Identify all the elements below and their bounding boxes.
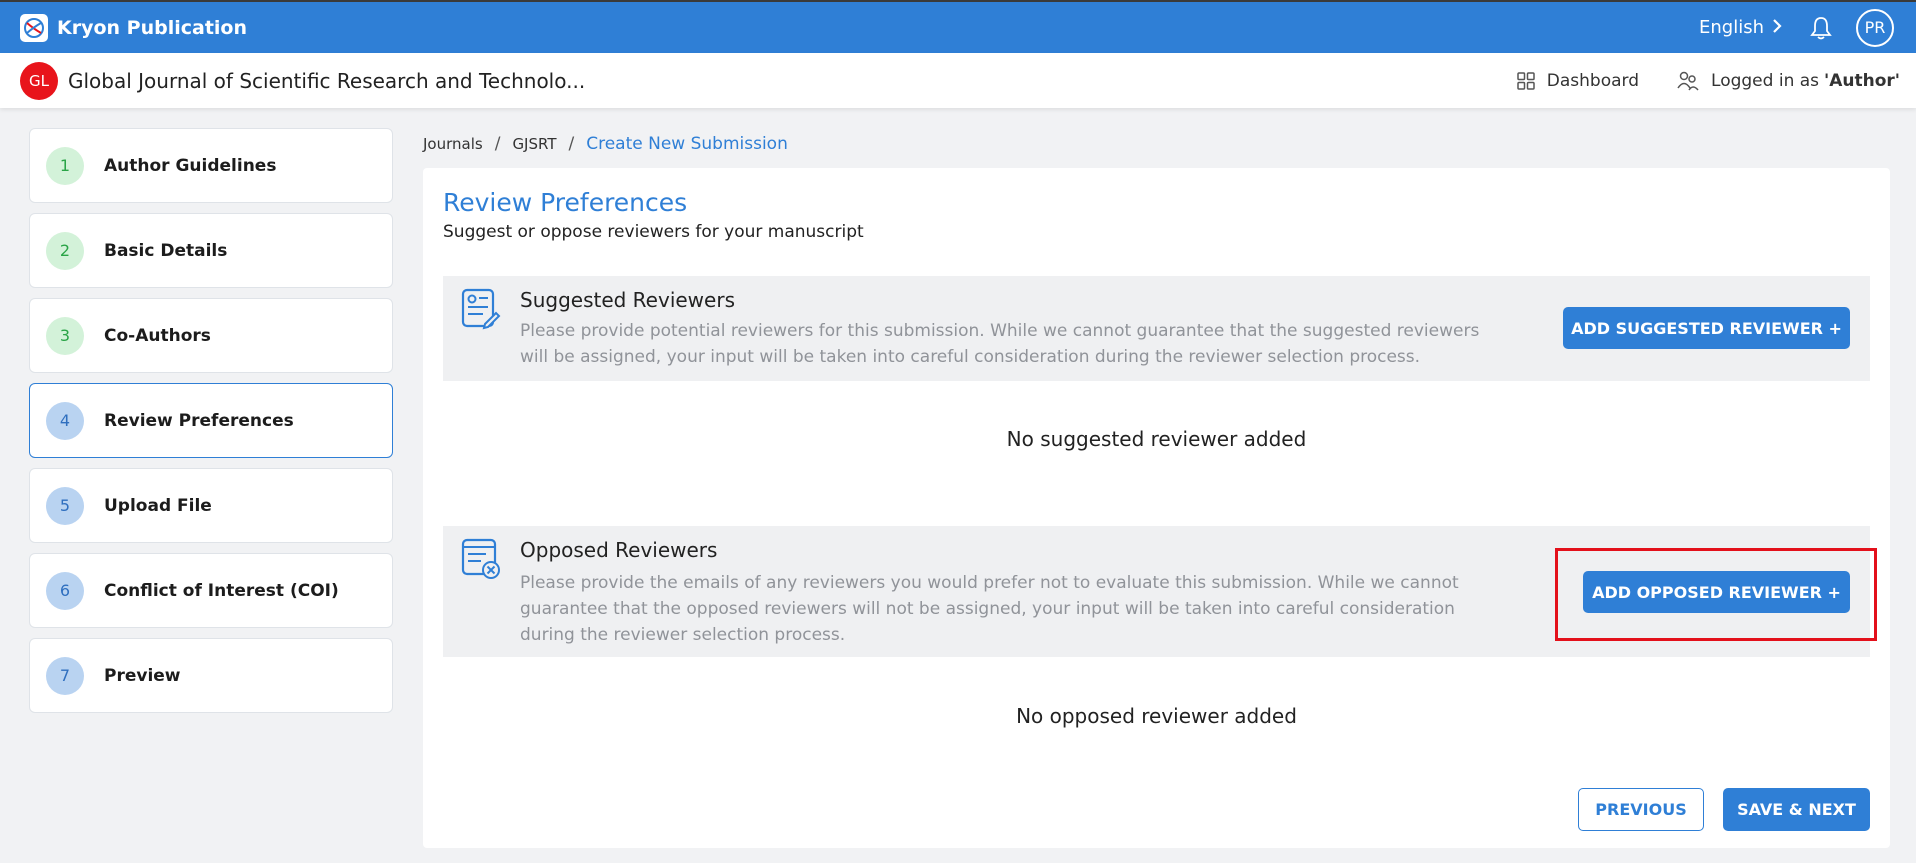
journal-badge: GL bbox=[20, 61, 58, 100]
step-label: Author Guidelines bbox=[104, 155, 277, 176]
logged-in-prefix: Logged in as bbox=[1711, 70, 1820, 91]
step-conflict-of-interest[interactable]: 6 Conflict of Interest (COI) bbox=[29, 553, 393, 628]
users-icon bbox=[1677, 71, 1699, 91]
step-number: 2 bbox=[46, 231, 84, 270]
step-number: 5 bbox=[46, 486, 84, 525]
step-number: 7 bbox=[46, 656, 84, 695]
step-label: Upload File bbox=[104, 495, 212, 516]
bell-icon[interactable] bbox=[1808, 15, 1834, 41]
step-label: Conflict of Interest (COI) bbox=[104, 580, 339, 601]
avatar[interactable]: PR bbox=[1856, 8, 1894, 47]
step-basic-details[interactable]: 2 Basic Details bbox=[29, 213, 393, 288]
step-number: 4 bbox=[46, 401, 84, 440]
breadcrumb-separator: / bbox=[568, 134, 575, 154]
logged-in-status: Logged in as 'Author' bbox=[1677, 70, 1900, 92]
breadcrumb-separator: / bbox=[494, 134, 501, 154]
language-selector[interactable]: English bbox=[1699, 17, 1782, 38]
step-upload-file[interactable]: 5 Upload File bbox=[29, 468, 393, 543]
step-label: Basic Details bbox=[104, 240, 228, 261]
review-preferences-panel: Review Preferences Suggest or oppose rev… bbox=[423, 168, 1890, 848]
highlight-box bbox=[1555, 548, 1877, 641]
chevron-right-icon bbox=[1772, 18, 1782, 37]
opposed-empty-message: No opposed reviewer added bbox=[1016, 704, 1297, 728]
submission-steps: 1 Author Guidelines 2 Basic Details 3 Co… bbox=[29, 128, 393, 723]
step-label: Co-Authors bbox=[104, 325, 211, 346]
breadcrumb: Journals / GJSRT / Create New Submission bbox=[423, 134, 788, 154]
reviewer-edit-icon bbox=[461, 288, 501, 334]
opposed-reviewers-title: Opposed Reviewers bbox=[520, 538, 718, 562]
journal-header: GL Global Journal of Scientific Research… bbox=[0, 53, 1916, 108]
step-label: Preview bbox=[104, 665, 181, 686]
step-review-preferences[interactable]: 4 Review Preferences bbox=[29, 383, 393, 458]
step-number: 3 bbox=[46, 316, 84, 355]
suggested-reviewers-description: Please provide potential reviewers for t… bbox=[520, 321, 1480, 367]
opposed-reviewers-description: Please provide the emails of any reviewe… bbox=[520, 573, 1459, 645]
reviewer-remove-icon bbox=[461, 538, 501, 584]
step-label: Review Preferences bbox=[104, 410, 294, 431]
suggested-empty-message: No suggested reviewer added bbox=[1006, 427, 1307, 451]
step-number: 6 bbox=[46, 571, 84, 610]
logged-in-role: 'Author' bbox=[1824, 70, 1900, 91]
breadcrumb-journals[interactable]: Journals bbox=[423, 135, 483, 153]
suggested-reviewers-section: Suggested Reviewers Please provide poten… bbox=[443, 276, 1870, 381]
dashboard-grid-icon bbox=[1517, 71, 1535, 90]
step-preview[interactable]: 7 Preview bbox=[29, 638, 393, 713]
app-name: Kryon Publication bbox=[57, 16, 248, 39]
page-subtitle: Suggest or oppose reviewers for your man… bbox=[443, 222, 864, 242]
brand[interactable]: Kryon Publication bbox=[20, 13, 248, 42]
top-navbar: Kryon Publication English PR bbox=[0, 0, 1916, 53]
previous-button[interactable]: PREVIOUS bbox=[1578, 788, 1704, 831]
step-number: 1 bbox=[46, 146, 84, 185]
step-author-guidelines[interactable]: 1 Author Guidelines bbox=[29, 128, 393, 203]
breadcrumb-journal[interactable]: GJSRT bbox=[512, 135, 556, 153]
save-and-next-button[interactable]: SAVE & NEXT bbox=[1723, 788, 1870, 831]
dashboard-link[interactable]: Dashboard bbox=[1517, 71, 1639, 91]
breadcrumb-current: Create New Submission bbox=[586, 134, 788, 154]
journal-title: Global Journal of Scientific Research an… bbox=[68, 68, 586, 93]
kryon-logo-icon bbox=[20, 13, 48, 42]
suggested-reviewers-title: Suggested Reviewers bbox=[520, 288, 735, 312]
dashboard-label: Dashboard bbox=[1546, 70, 1640, 91]
language-label: English bbox=[1699, 17, 1764, 38]
step-co-authors[interactable]: 3 Co-Authors bbox=[29, 298, 393, 373]
add-suggested-reviewer-button[interactable]: ADD SUGGESTED REVIEWER + bbox=[1563, 307, 1850, 349]
page-title: Review Preferences bbox=[443, 188, 688, 217]
